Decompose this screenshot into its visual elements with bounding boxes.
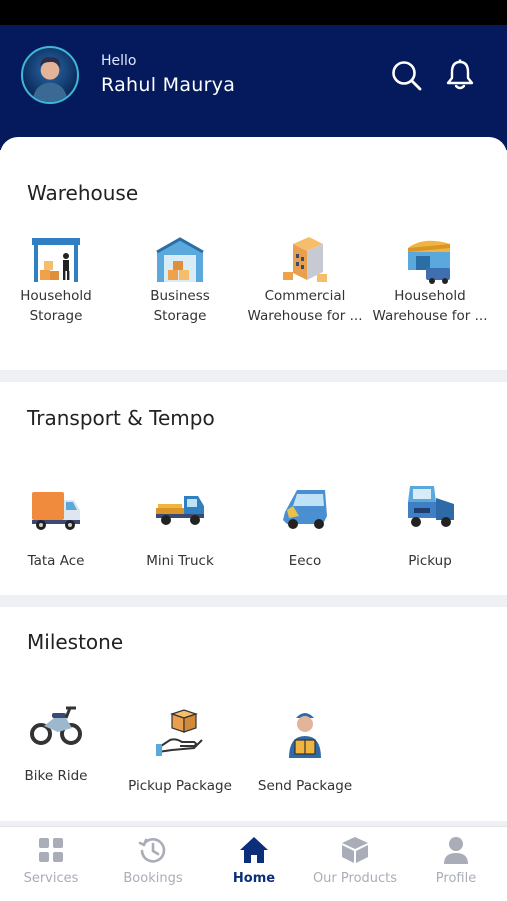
nav-bookings[interactable]: Bookings [103, 835, 203, 886]
tile-household-warehouse[interactable]: Household Warehouse for ... [368, 234, 492, 326]
tile-pickup[interactable]: Pickup [368, 482, 492, 571]
nav-label: Home [232, 871, 276, 886]
send-package-icon [289, 713, 321, 758]
tile-label: Bike Ride [24, 768, 88, 784]
business-storage-icon [156, 237, 204, 282]
tile-label: Household [20, 288, 92, 304]
tata-ace-truck-icon [32, 492, 80, 530]
history-icon [138, 838, 166, 863]
household-storage-icon [32, 238, 80, 282]
section-title-milestone: Milestone [27, 630, 124, 654]
tile-label: Business [150, 288, 210, 304]
section-title-transport: Transport & Tempo [27, 406, 215, 430]
nav-our-products[interactable]: Our Products [305, 835, 405, 886]
tile-household-storage[interactable]: Household Storage [0, 234, 118, 326]
nav-label: Profile [435, 871, 477, 886]
tile-eeco[interactable]: Eeco [243, 482, 367, 571]
nav-home[interactable]: Home [204, 835, 304, 886]
section-title-warehouse: Warehouse [27, 181, 139, 205]
tile-label: Pickup Package [128, 778, 232, 794]
tile-pickup-package[interactable]: Pickup Package [118, 708, 242, 796]
tile-tata-ace[interactable]: Tata Ace [0, 482, 118, 571]
tile-label: Send Package [257, 778, 353, 794]
tile-label: Storage [29, 308, 83, 324]
pickup-package-icon [156, 709, 203, 756]
nav-profile[interactable]: Profile [406, 835, 506, 886]
tile-business-storage[interactable]: Business Storage [118, 234, 242, 326]
household-warehouse-icon [408, 240, 450, 284]
mini-truck-icon [156, 496, 204, 525]
tile-label: Tata Ace [27, 553, 85, 569]
tile-label: Mini Truck [146, 553, 214, 569]
greeting-text: Hello [101, 53, 137, 69]
search-icon[interactable] [389, 58, 423, 92]
tile-label: Commercial [264, 288, 346, 304]
tile-bike-ride[interactable]: Bike Ride [0, 698, 118, 786]
grid-icon [39, 838, 63, 862]
status-bar [0, 0, 507, 25]
notification-bell-icon[interactable] [443, 58, 477, 92]
tile-label: Eeco [288, 553, 322, 569]
nav-label: Services [23, 871, 79, 886]
pickup-truck-icon [408, 486, 454, 527]
tile-label: Household [394, 288, 466, 304]
motorbike-icon [30, 706, 82, 745]
avatar-image [32, 57, 68, 102]
nav-label: Bookings [123, 871, 183, 886]
avatar[interactable] [21, 46, 79, 104]
tile-commercial-warehouse[interactable]: Commercial Warehouse for ... [243, 234, 367, 326]
tile-label: Warehouse for ... [372, 308, 488, 324]
tile-label: Storage [153, 308, 207, 324]
nav-label: Our Products [312, 871, 398, 886]
commercial-warehouse-icon [283, 237, 327, 282]
bottom-navigation: Services Bookings Home Our Products Prof… [0, 826, 507, 901]
eeco-van-icon [283, 490, 327, 529]
tile-send-package[interactable]: Send Package [243, 708, 367, 796]
tile-mini-truck[interactable]: Mini Truck [118, 482, 242, 571]
tile-label: Warehouse for ... [247, 308, 363, 324]
user-icon [444, 837, 468, 864]
nav-services[interactable]: Services [1, 835, 101, 886]
user-name: Rahul Maurya [101, 74, 236, 96]
home-icon [240, 837, 268, 863]
tile-label: Pickup [408, 553, 452, 569]
box-icon [342, 837, 368, 863]
